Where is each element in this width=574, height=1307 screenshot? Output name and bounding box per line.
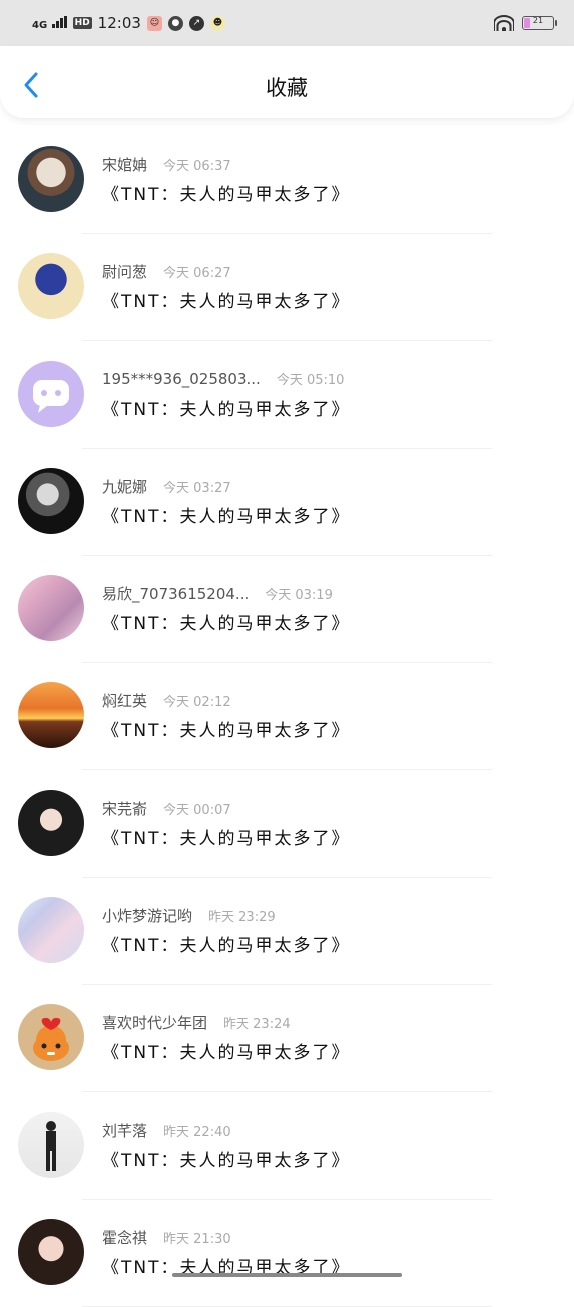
- item-meta: 九妮娜 今天 03:27: [102, 476, 231, 497]
- battery-icon: 21: [522, 16, 557, 30]
- avatar[interactable]: [18, 360, 84, 427]
- signal-icon: [51, 16, 67, 28]
- page-title: 收藏: [266, 76, 308, 100]
- user-name[interactable]: 刘芊落: [102, 1120, 147, 1141]
- avatar[interactable]: [18, 146, 84, 212]
- status-right: 21: [494, 15, 557, 31]
- item-meta: 刘芊落 昨天 22:40: [102, 1120, 231, 1141]
- user-name[interactable]: 焖红英: [102, 690, 147, 711]
- timestamp: 昨天 21:30: [163, 1231, 231, 1247]
- user-name[interactable]: 小炸梦游记哟: [102, 905, 192, 926]
- avatar[interactable]: [18, 1218, 84, 1285]
- item-meta: 宋芫嵛 今天 00:07: [102, 798, 231, 819]
- avatar[interactable]: [18, 1111, 84, 1178]
- timestamp: 昨天 23:24: [223, 1017, 291, 1033]
- favorite-content[interactable]: 《TNT：夫人的马甲太多了》: [102, 1038, 351, 1063]
- item-meta: 宋婠姌 今天 06:37: [102, 154, 231, 175]
- app-notification-icon: ☺: [146, 15, 162, 31]
- battery-level: 21: [532, 16, 544, 25]
- user-name[interactable]: 宋芫嵛: [102, 798, 147, 819]
- page-header: 收藏: [0, 46, 574, 118]
- status-bar: 4G HD 12:03 ☺ ● ↗ ☻ 21: [0, 0, 574, 46]
- item-meta: 易欣_7073615204... 今天 03:19: [102, 583, 333, 604]
- home-indicator[interactable]: [172, 1273, 402, 1277]
- timestamp: 今天 03:19: [265, 588, 333, 604]
- list-item[interactable]: 宋婠姌 今天 06:37 《TNT：夫人的马甲太多了》: [0, 122, 574, 234]
- hd-badge: HD: [72, 17, 92, 29]
- favorite-content[interactable]: 《TNT：夫人的马甲太多了》: [102, 931, 351, 956]
- favorite-content[interactable]: 《TNT：夫人的马甲太多了》: [102, 395, 351, 420]
- network-indicator: 4G: [32, 16, 67, 31]
- avatar[interactable]: [18, 1004, 84, 1071]
- user-name[interactable]: 霍念祺: [102, 1227, 147, 1248]
- timestamp: 昨天 22:40: [163, 1124, 231, 1140]
- wifi-icon: [494, 15, 514, 31]
- list-item[interactable]: 霍念祺 昨天 21:30 《TNT：夫人的马甲太多了》: [0, 1195, 574, 1307]
- avatar[interactable]: [18, 575, 84, 642]
- list-item[interactable]: 焖红英 今天 02:12 《TNT：夫人的马甲太多了》: [0, 658, 574, 771]
- list-item[interactable]: 小炸梦游记哟 昨天 23:29 《TNT：夫人的马甲太多了》: [0, 873, 574, 986]
- timestamp: 今天 05:10: [276, 372, 345, 388]
- user-name[interactable]: 易欣_7073615204...: [102, 583, 249, 604]
- favorite-content[interactable]: 《TNT：夫人的马甲太多了》: [102, 824, 351, 849]
- avatar[interactable]: [18, 897, 84, 964]
- avatar[interactable]: [18, 789, 84, 856]
- avatar[interactable]: [18, 682, 84, 749]
- favorite-content[interactable]: 《TNT：夫人的马甲太多了》: [102, 1146, 351, 1171]
- list-item[interactable]: 易欣_7073615204... 今天 03:19 《TNT：夫人的马甲太多了》: [0, 551, 574, 664]
- user-name[interactable]: 尉问葱: [102, 261, 147, 282]
- favorite-content[interactable]: 《TNT：夫人的马甲太多了》: [102, 180, 351, 205]
- item-meta: 尉问葱 今天 06:27: [102, 261, 231, 282]
- timestamp: 今天 00:07: [163, 802, 231, 818]
- avatar[interactable]: [18, 467, 84, 534]
- favorite-content[interactable]: 《TNT：夫人的马甲太多了》: [102, 502, 351, 527]
- timestamp: 今天 06:27: [163, 266, 231, 282]
- compass-icon: ↗: [188, 15, 204, 31]
- item-meta: 焖红英 今天 02:12: [102, 690, 231, 711]
- user-name[interactable]: 九妮娜: [102, 476, 147, 497]
- favorite-content[interactable]: 《TNT：夫人的马甲太多了》: [102, 609, 351, 634]
- list-item[interactable]: 刘芊落 昨天 22:40 《TNT：夫人的马甲太多了》: [0, 1088, 574, 1200]
- favorites-list: 宋婠姌 今天 06:37 《TNT：夫人的马甲太多了》 尉问葱 今天 06:27 《TNT…: [0, 122, 574, 1307]
- list-item[interactable]: 195***936_025803... 今天 05:10 《TNT：夫人的马甲太多了…: [0, 337, 574, 449]
- item-meta: 喜欢时代少年团 昨天 23:24: [102, 1012, 291, 1033]
- item-meta: 195***936_025803... 今天 05:10: [102, 369, 344, 388]
- wechat-icon: ●: [167, 15, 183, 31]
- favorite-content[interactable]: 《TNT：夫人的马甲太多了》: [102, 716, 351, 741]
- list-item[interactable]: 尉问葱 今天 06:27 《TNT：夫人的马甲太多了》: [0, 229, 574, 342]
- clock: 12:03: [97, 14, 141, 32]
- avatar[interactable]: [18, 253, 84, 320]
- item-meta: 霍念祺 昨天 21:30: [102, 1227, 231, 1248]
- status-left: 4G HD 12:03 ☺ ● ↗ ☻: [32, 14, 225, 32]
- favorite-content[interactable]: 《TNT：夫人的马甲太多了》: [102, 287, 351, 312]
- list-item[interactable]: 宋芫嵛 今天 00:07 《TNT：夫人的马甲太多了》: [0, 766, 574, 878]
- user-name[interactable]: 195***936_025803...: [102, 370, 261, 388]
- timestamp: 今天 02:12: [163, 695, 231, 711]
- sticker-face-icon: ☻: [209, 15, 225, 31]
- list-item[interactable]: 九妮娜 今天 03:27 《TNT：夫人的马甲太多了》: [0, 444, 574, 556]
- timestamp: 昨天 23:29: [208, 910, 276, 926]
- timestamp: 今天 03:27: [163, 480, 231, 496]
- user-name[interactable]: 宋婠姌: [102, 154, 147, 175]
- item-meta: 小炸梦游记哟 昨天 23:29: [102, 905, 276, 926]
- user-name[interactable]: 喜欢时代少年团: [102, 1012, 207, 1033]
- timestamp: 今天 06:37: [163, 159, 231, 174]
- list-item[interactable]: 喜欢时代少年团 昨天 23:24 《TNT：夫人的马甲太多了》: [0, 980, 574, 1093]
- network-type: 4G: [32, 20, 48, 31]
